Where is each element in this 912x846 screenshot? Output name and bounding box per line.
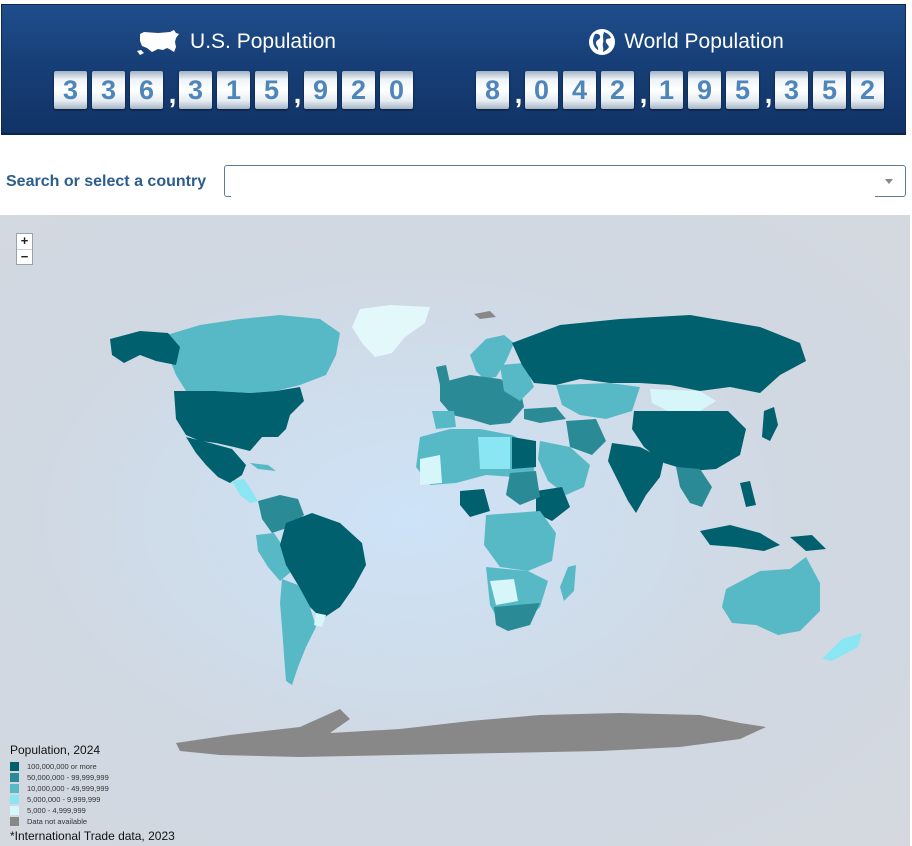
country-japan[interactable]: [762, 407, 778, 441]
legend-swatch: [10, 762, 19, 771]
world-population-digit: 0: [525, 71, 558, 109]
country-svalbard[interactable]: [474, 311, 496, 319]
us-population-digit: 5: [255, 71, 288, 109]
country-select[interactable]: [224, 165, 906, 197]
country-uk[interactable]: [436, 365, 450, 385]
us-population-digit: 9: [304, 71, 337, 109]
legend-label: 5,000,000 - 9,999,999: [27, 795, 101, 804]
us-population-digit: 6: [130, 71, 163, 109]
legend-label: 5,000 - 4,999,999: [27, 806, 86, 815]
country-greenland[interactable]: [352, 305, 430, 357]
country-canada[interactable]: [160, 315, 340, 393]
legend-title: Population, 2024: [10, 743, 101, 757]
world-population-digit: 1: [650, 71, 683, 109]
legend-item: Data not available: [10, 816, 109, 827]
country-iberia[interactable]: [432, 411, 456, 429]
world-population-digit: 5: [813, 71, 846, 109]
legend-label: 100,000,000 or more: [27, 762, 97, 771]
country-antarctica[interactable]: [176, 709, 766, 757]
legend-item: 100,000,000 or more: [10, 761, 109, 772]
map-footnote: *International Trade data, 2023: [10, 829, 175, 843]
legend-item: 50,000,000 - 99,999,999: [10, 772, 109, 783]
zoom-in-button[interactable]: +: [17, 234, 32, 249]
us-population-digit: 3: [54, 71, 87, 109]
world-population-title: World Population: [476, 25, 896, 59]
country-australia[interactable]: [722, 557, 820, 635]
country-nigeria[interactable]: [460, 489, 490, 517]
country-southeast-asia[interactable]: [676, 467, 712, 507]
world-population-digit: 9: [688, 71, 721, 109]
country-turkey[interactable]: [524, 407, 566, 423]
world-population-digit: 5: [726, 71, 759, 109]
country-central-america[interactable]: [232, 479, 258, 503]
country-central-africa[interactable]: [484, 511, 556, 571]
country-indonesia[interactable]: [700, 525, 780, 551]
country-alaska-usa[interactable]: [110, 331, 180, 365]
country-egypt[interactable]: [512, 437, 536, 469]
world-population-digit: 3: [775, 71, 808, 109]
legend-item: 10,000,000 - 49,999,999: [10, 783, 109, 794]
country-mongolia[interactable]: [650, 389, 716, 411]
world-population-clock: World Population 8,042,195,352: [476, 25, 896, 109]
world-population-digit: 4: [563, 71, 596, 109]
legend-swatch: [10, 773, 19, 782]
legend-swatch: [10, 784, 19, 793]
world-population-counter: 8,042,195,352: [476, 71, 896, 109]
us-population-digit: 1: [217, 71, 250, 109]
world-population-map[interactable]: + − Population, 2024 100,000,000 or more…: [0, 215, 910, 846]
map-legend: Population, 2024 100,000,000 or more 50,0…: [10, 743, 109, 827]
country-libya[interactable]: [478, 437, 510, 469]
us-population-separator: ,: [293, 78, 302, 109]
population-clock-banner: U.S. Population 336,315,920 World Popula…: [1, 4, 906, 135]
world-population-digit: 8: [476, 71, 509, 109]
country-philippines[interactable]: [740, 481, 756, 507]
country-cuba[interactable]: [250, 463, 276, 471]
us-population-clock: U.S. Population 336,315,920: [46, 25, 426, 109]
legend-item: 5,000,000 - 9,999,999: [10, 794, 109, 805]
country-madagascar[interactable]: [560, 565, 576, 601]
globe-icon: [588, 28, 616, 56]
legend-swatch: [10, 806, 19, 815]
country-south-africa[interactable]: [494, 603, 540, 631]
world-population-digit: 2: [601, 71, 634, 109]
country-russia[interactable]: [512, 315, 806, 393]
legend-items: 100,000,000 or more 50,000,000 - 99,999,9…: [10, 761, 109, 827]
us-population-digit: 2: [342, 71, 375, 109]
us-population-title: U.S. Population: [46, 25, 426, 59]
country-new-zealand[interactable]: [822, 633, 862, 661]
us-population-counter: 336,315,920: [46, 71, 426, 109]
us-population-separator: ,: [168, 78, 177, 109]
country-uruguay[interactable]: [314, 613, 326, 627]
country-mauritania[interactable]: [420, 455, 442, 485]
zoom-out-button[interactable]: −: [17, 249, 32, 265]
us-population-digit: 3: [179, 71, 212, 109]
world-population-title-text: World Population: [624, 30, 784, 53]
us-population-digit: 0: [380, 71, 413, 109]
us-population-digit: 3: [92, 71, 125, 109]
country-search-label: Search or select a country: [6, 173, 207, 190]
legend-swatch: [10, 795, 19, 804]
country-papua[interactable]: [790, 535, 826, 551]
country-sudan[interactable]: [506, 471, 540, 505]
world-map-svg[interactable]: [0, 215, 910, 846]
country-search-input[interactable]: [231, 167, 875, 197]
world-population-separator: ,: [639, 78, 648, 109]
country-kazakhstan[interactable]: [556, 383, 640, 419]
legend-label: 50,000,000 - 99,999,999: [27, 773, 109, 782]
legend-swatch: [10, 817, 19, 826]
chevron-down-icon[interactable]: [885, 179, 893, 184]
legend-label: Data not available: [27, 817, 88, 826]
zoom-control[interactable]: + −: [16, 233, 33, 265]
legend-label: 10,000,000 - 49,999,999: [27, 784, 109, 793]
legend-item: 5,000 - 4,999,999: [10, 805, 109, 816]
us-map-icon: [136, 28, 182, 56]
world-population-digit: 2: [851, 71, 884, 109]
world-population-separator: ,: [764, 78, 773, 109]
world-population-separator: ,: [514, 78, 523, 109]
us-population-title-text: U.S. Population: [190, 30, 336, 53]
